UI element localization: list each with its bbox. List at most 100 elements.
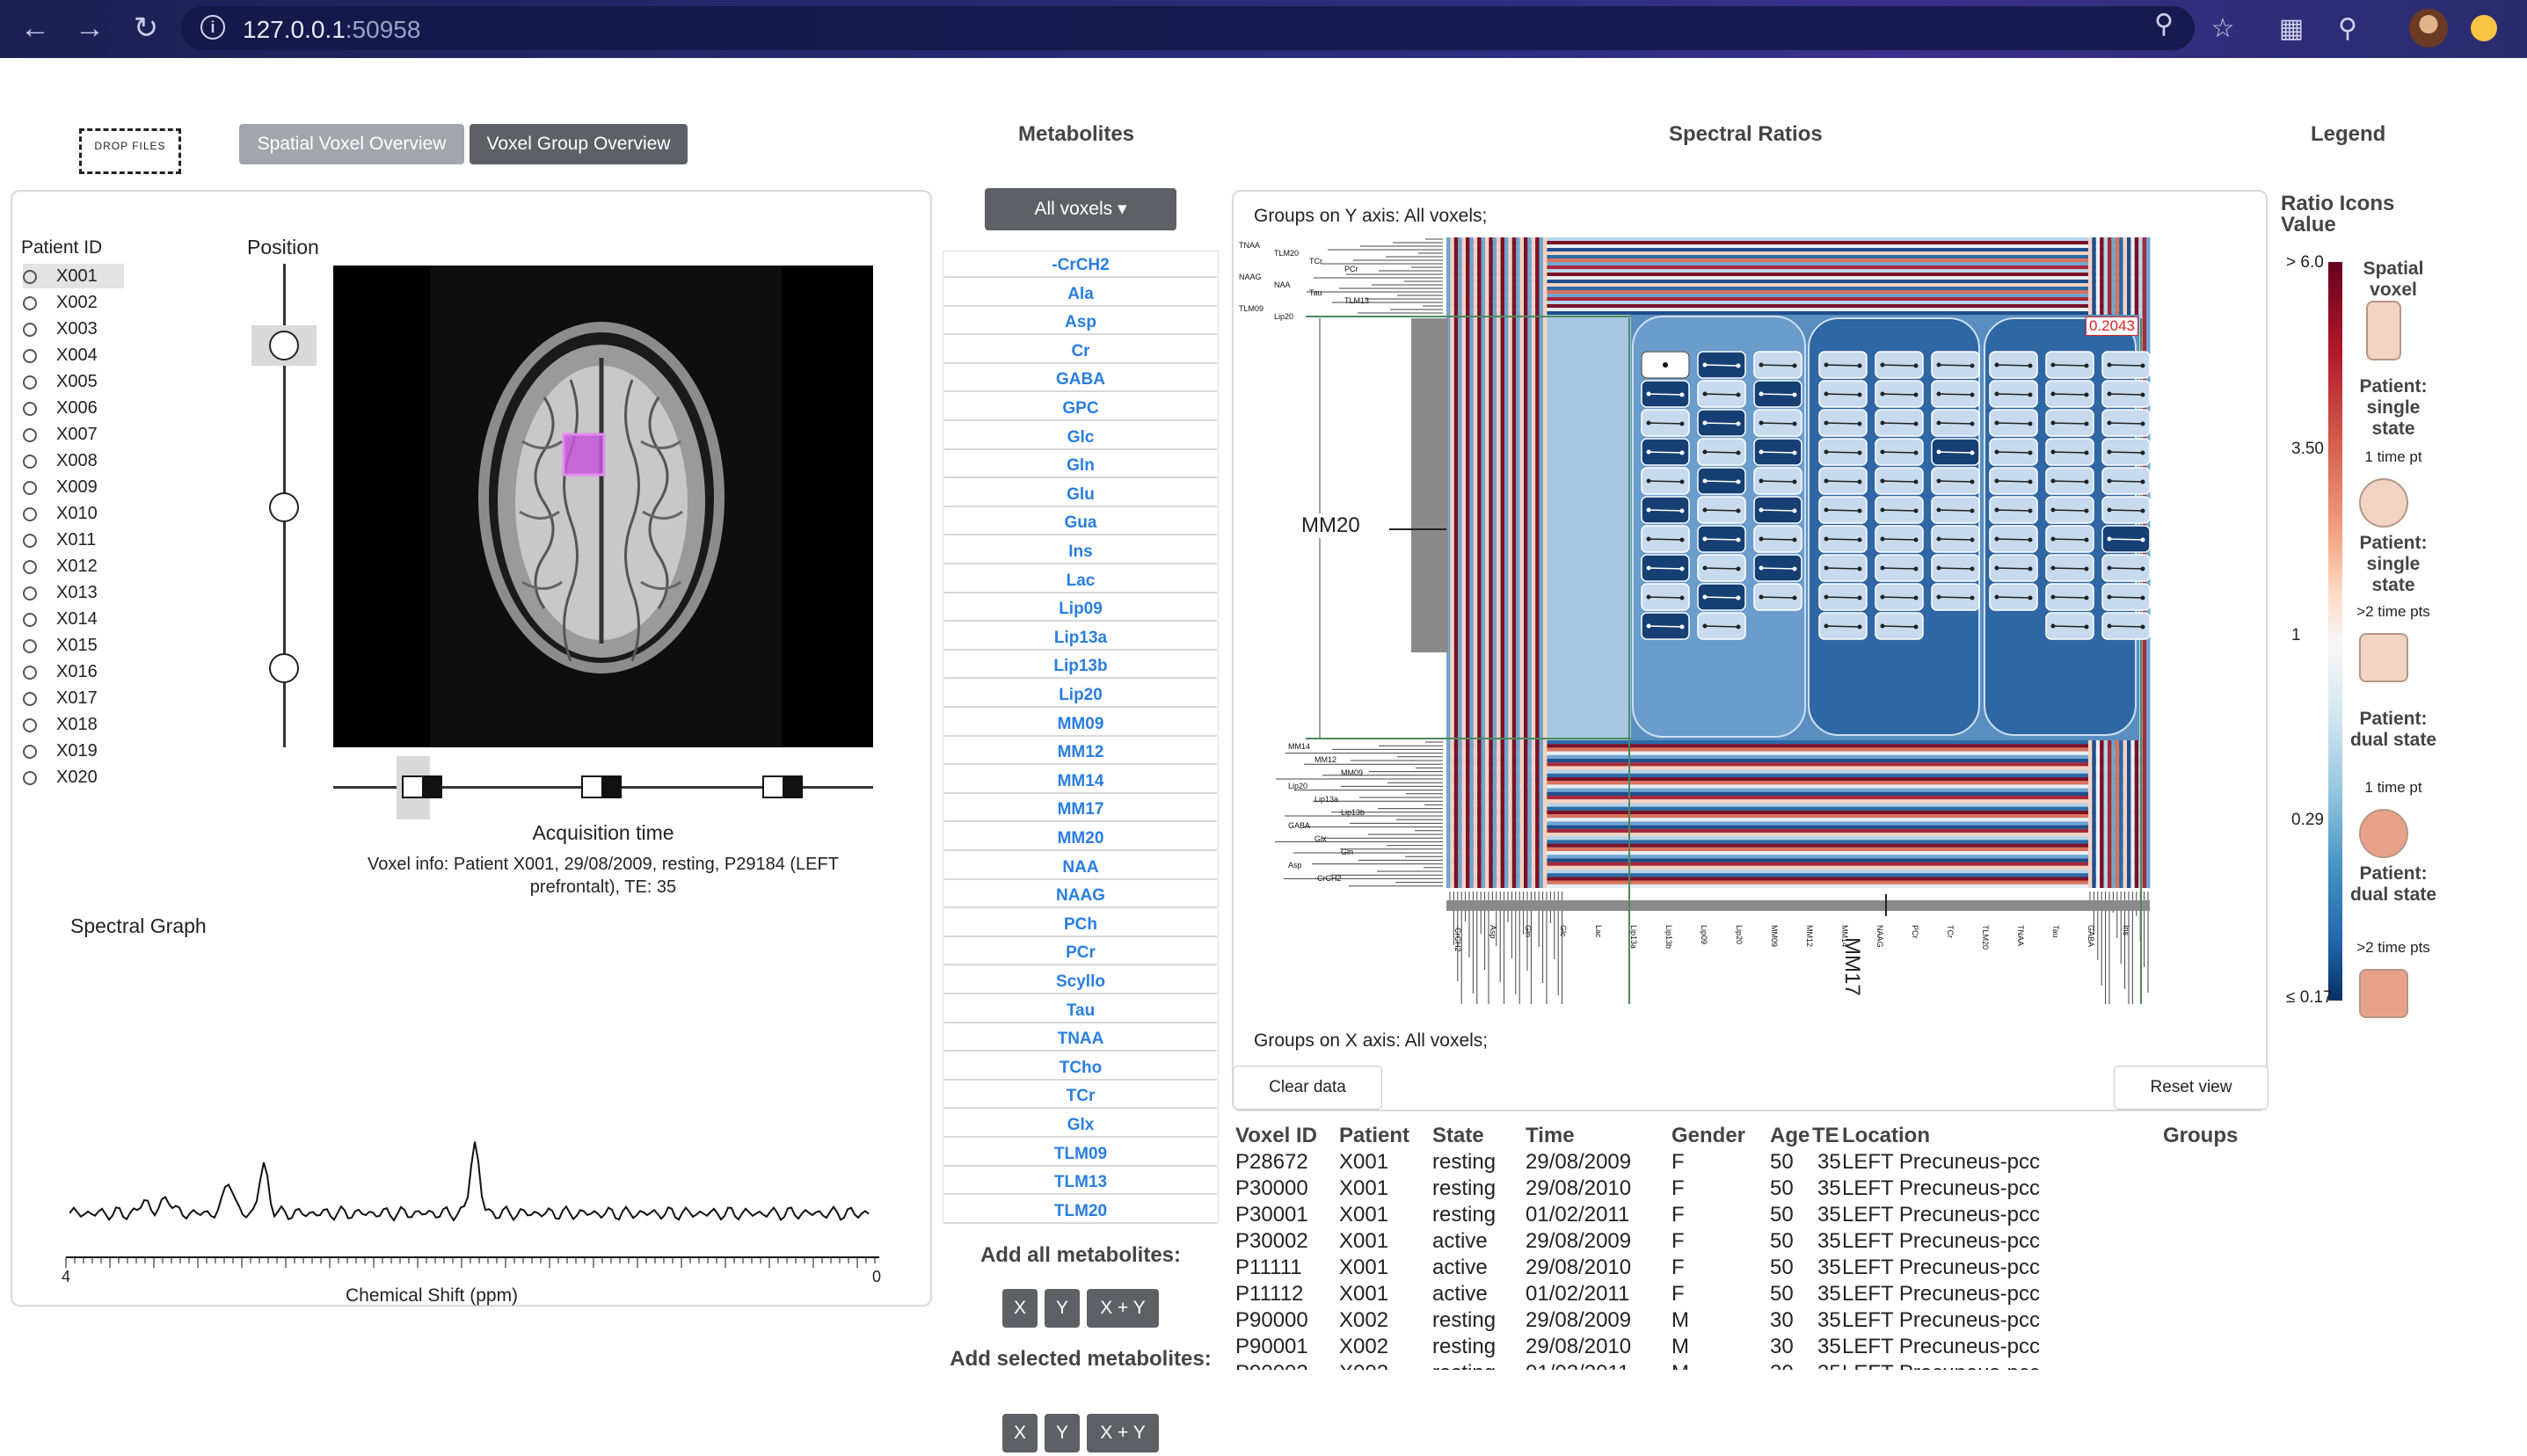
table-header[interactable]: Time (1526, 1124, 1575, 1148)
metabolite-item[interactable]: MM20 (944, 825, 1217, 851)
table-header[interactable]: Gender (1671, 1124, 1745, 1148)
bookmark-star-icon[interactable]: ☆ (2205, 11, 2240, 47)
patient-row[interactable]: X020 (23, 765, 124, 790)
patient-row[interactable]: X009 (23, 475, 124, 499)
metabolite-item[interactable]: MM09 (944, 710, 1217, 737)
metabolite-item[interactable]: Asp (944, 309, 1217, 336)
metabolite-item[interactable]: Lac (944, 566, 1217, 593)
metabolite-item[interactable]: NAA (944, 853, 1217, 880)
radio-icon[interactable] (23, 269, 37, 284)
radio-icon[interactable] (23, 480, 37, 495)
add-all-xy-button[interactable]: X + Y (1087, 1289, 1159, 1328)
radio-icon[interactable] (23, 375, 37, 389)
patient-row[interactable]: X015 (23, 633, 124, 658)
metabolite-item[interactable]: Lip09 (944, 595, 1217, 622)
metabolite-item[interactable]: Lip20 (944, 681, 1217, 708)
patient-row[interactable]: X016 (23, 659, 124, 684)
table-header[interactable]: Patient (1339, 1124, 1409, 1148)
add-all-x-button[interactable]: X (1002, 1289, 1038, 1328)
metabolite-item[interactable]: TCho (944, 1053, 1217, 1081)
search-extension-icon[interactable]: ⚲ (2330, 11, 2365, 47)
metabolite-item[interactable]: Ala (944, 280, 1217, 307)
radio-icon[interactable] (23, 322, 37, 337)
acquisition-knob-3[interactable] (762, 775, 803, 798)
radio-icon[interactable] (23, 401, 37, 416)
spectral-graph[interactable] (62, 1125, 888, 1284)
table-header[interactable]: TE (1812, 1124, 1839, 1148)
profile-avatar[interactable] (2409, 9, 2448, 47)
metabolite-item[interactable]: Gln (944, 452, 1217, 479)
metabolite-item[interactable]: Gua (944, 509, 1217, 536)
position-slider-knob-3[interactable] (269, 653, 299, 683)
patient-row[interactable]: X004 (23, 343, 124, 368)
radio-icon[interactable] (23, 744, 37, 759)
zoom-icon[interactable]: ⚲ (2146, 7, 2181, 42)
radio-icon[interactable] (23, 506, 37, 521)
metabolite-item[interactable]: Cr (944, 337, 1217, 364)
reset-view-button[interactable]: Reset view (2114, 1066, 2268, 1110)
position-slider-knob-2[interactable] (269, 492, 299, 522)
radio-icon[interactable] (23, 770, 37, 785)
radio-icon[interactable] (23, 717, 37, 732)
patient-row[interactable]: X018 (23, 712, 124, 737)
patient-row[interactable]: X007 (23, 422, 124, 447)
acquisition-knob-2[interactable] (581, 775, 622, 798)
patient-row[interactable]: X014 (23, 607, 124, 631)
radio-icon[interactable] (23, 638, 37, 653)
spatial-voxel-overview-button[interactable]: Spatial Voxel Overview (239, 124, 464, 164)
radio-icon[interactable] (23, 454, 37, 469)
metabolite-item[interactable]: TLM13 (944, 1168, 1217, 1196)
metabolite-item[interactable]: TCr (944, 1082, 1217, 1110)
forward-arrow-icon[interactable]: → (72, 11, 107, 46)
metabolite-item[interactable]: Ins (944, 538, 1217, 564)
metabolite-item[interactable]: PCr (944, 939, 1217, 966)
voxel-selection-dropdown[interactable]: All voxels ▾ (985, 188, 1176, 230)
radio-icon[interactable] (23, 691, 37, 706)
extension-icon[interactable]: ▦ (2274, 11, 2309, 47)
patient-row[interactable]: X011 (23, 528, 124, 552)
clear-data-button[interactable]: Clear data (1233, 1066, 1382, 1110)
metabolite-item[interactable]: NAAG (944, 882, 1217, 909)
radio-icon[interactable] (23, 295, 37, 310)
metabolite-item[interactable]: GPC (944, 395, 1217, 421)
radio-icon[interactable] (23, 586, 37, 601)
patient-row[interactable]: X006 (23, 396, 124, 420)
address-bar[interactable]: i 127.0.0.1:50958 ⚲ (181, 6, 2195, 50)
voxel-group-overview-button[interactable]: Voxel Group Overview (470, 124, 688, 164)
patient-row[interactable]: X005 (23, 369, 124, 394)
radio-icon[interactable] (23, 427, 37, 442)
patient-row[interactable]: X019 (23, 739, 124, 763)
add-selected-x-button[interactable]: X (1002, 1414, 1038, 1452)
radio-icon[interactable] (23, 612, 37, 627)
acquisition-knob-1[interactable] (402, 775, 442, 798)
radio-icon[interactable] (23, 665, 37, 680)
mri-brain-image[interactable] (333, 266, 873, 747)
table-header[interactable]: State (1432, 1124, 1484, 1148)
metabolite-item[interactable]: Glu (944, 480, 1217, 507)
table-header[interactable]: Voxel ID (1235, 1124, 1317, 1148)
ratio-heatmap[interactable]: TNAA TLM20 TCr PCr NAAG NAA Tau TLM13 TLM09 Lip20… (1235, 230, 2264, 1004)
drop-files-zone[interactable]: DROP FILES (79, 128, 181, 174)
metabolite-item[interactable]: TNAA (944, 1025, 1217, 1052)
patient-row[interactable]: X013 (23, 580, 124, 605)
radio-icon[interactable] (23, 533, 37, 548)
back-arrow-icon[interactable]: ← (18, 11, 53, 46)
table-header[interactable]: Age (1770, 1124, 1810, 1148)
metabolite-item[interactable]: MM14 (944, 767, 1217, 794)
info-icon[interactable]: i (200, 15, 225, 40)
metabolite-item[interactable]: Tau (944, 996, 1217, 1023)
metabolite-item[interactable]: MM12 (944, 739, 1217, 766)
table-header[interactable]: Location (1842, 1124, 1930, 1148)
reload-icon[interactable]: ↻ (128, 11, 164, 46)
patient-row[interactable]: X010 (23, 501, 124, 526)
metabolite-item[interactable]: Glc (944, 423, 1217, 450)
patient-row[interactable]: X001 (23, 264, 124, 288)
metabolite-item[interactable]: Glx (944, 1111, 1217, 1138)
metabolite-item[interactable]: TLM09 (944, 1139, 1217, 1167)
add-all-y-button[interactable]: Y (1045, 1289, 1080, 1328)
patient-row[interactable]: X002 (23, 290, 124, 315)
metabolite-item[interactable]: PCh (944, 910, 1217, 937)
patient-row[interactable]: X017 (23, 686, 124, 710)
metabolite-item[interactable]: Lip13a (944, 623, 1217, 651)
add-selected-xy-button[interactable]: X + Y (1087, 1414, 1159, 1452)
